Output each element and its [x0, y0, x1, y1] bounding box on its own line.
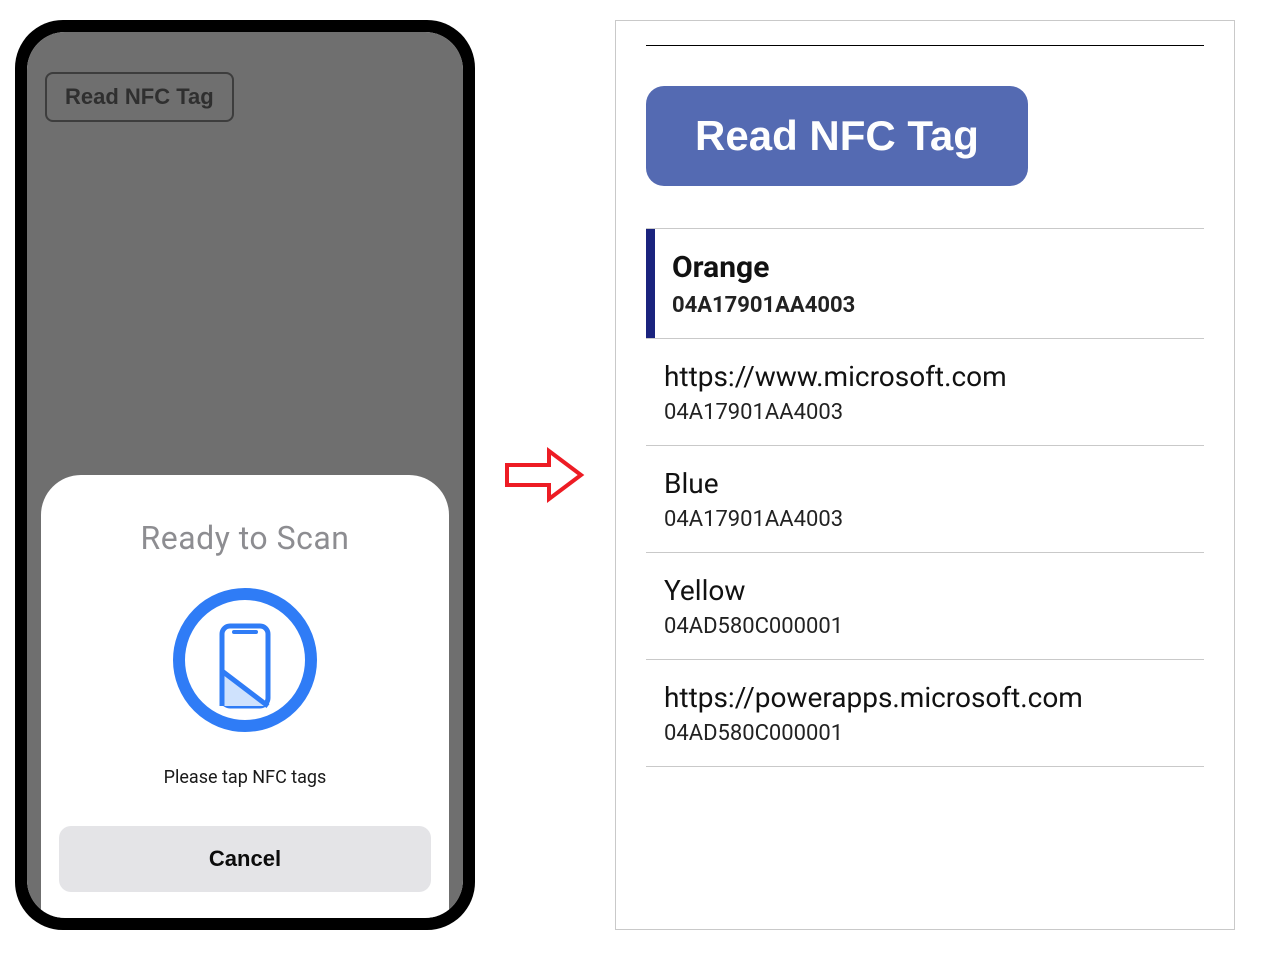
arrow-right-icon [505, 20, 585, 930]
results-list: Orange 04A17901AA4003 https://www.micros… [646, 228, 1204, 767]
scan-sheet: Ready to Scan Please tap NFC tags Cancel [41, 475, 449, 918]
read-nfc-button[interactable]: Read NFC Tag [646, 86, 1028, 186]
list-item-title: https://powerapps.microsoft.com [664, 680, 1200, 715]
sheet-title: Ready to Scan [59, 519, 431, 557]
list-item-sub: 04A17901AA4003 [664, 400, 1200, 425]
phone-nfc-icon [59, 585, 431, 735]
list-item[interactable]: https://powerapps.microsoft.com 04AD580C… [646, 660, 1204, 767]
list-item[interactable]: Yellow 04AD580C000001 [646, 553, 1204, 660]
panel-divider [646, 45, 1204, 46]
list-item-title: https://www.microsoft.com [664, 359, 1200, 394]
list-item-title: Yellow [664, 573, 1200, 608]
list-item-sub: 04A17901AA4003 [672, 293, 1200, 318]
list-item[interactable]: https://www.microsoft.com 04A17901AA4003 [646, 339, 1204, 446]
list-item-sub: 04AD580C000001 [664, 614, 1200, 639]
list-item-sub: 04A17901AA4003 [664, 507, 1200, 532]
list-item[interactable]: Orange 04A17901AA4003 [646, 228, 1204, 339]
list-item-title: Blue [664, 466, 1200, 501]
phone-mockup: Read NFC Tag Ready to Scan Please tap NF… [15, 20, 475, 930]
cancel-button[interactable]: Cancel [59, 826, 431, 892]
sheet-message: Please tap NFC tags [59, 767, 431, 788]
list-item-sub: 04AD580C000001 [664, 721, 1200, 746]
results-panel: Read NFC Tag Orange 04A17901AA4003 https… [615, 20, 1235, 930]
list-item-title: Orange [672, 249, 1200, 287]
list-item[interactable]: Blue 04A17901AA4003 [646, 446, 1204, 553]
read-nfc-button-background: Read NFC Tag [45, 72, 234, 122]
phone-screen: Read NFC Tag Ready to Scan Please tap NF… [27, 32, 463, 918]
